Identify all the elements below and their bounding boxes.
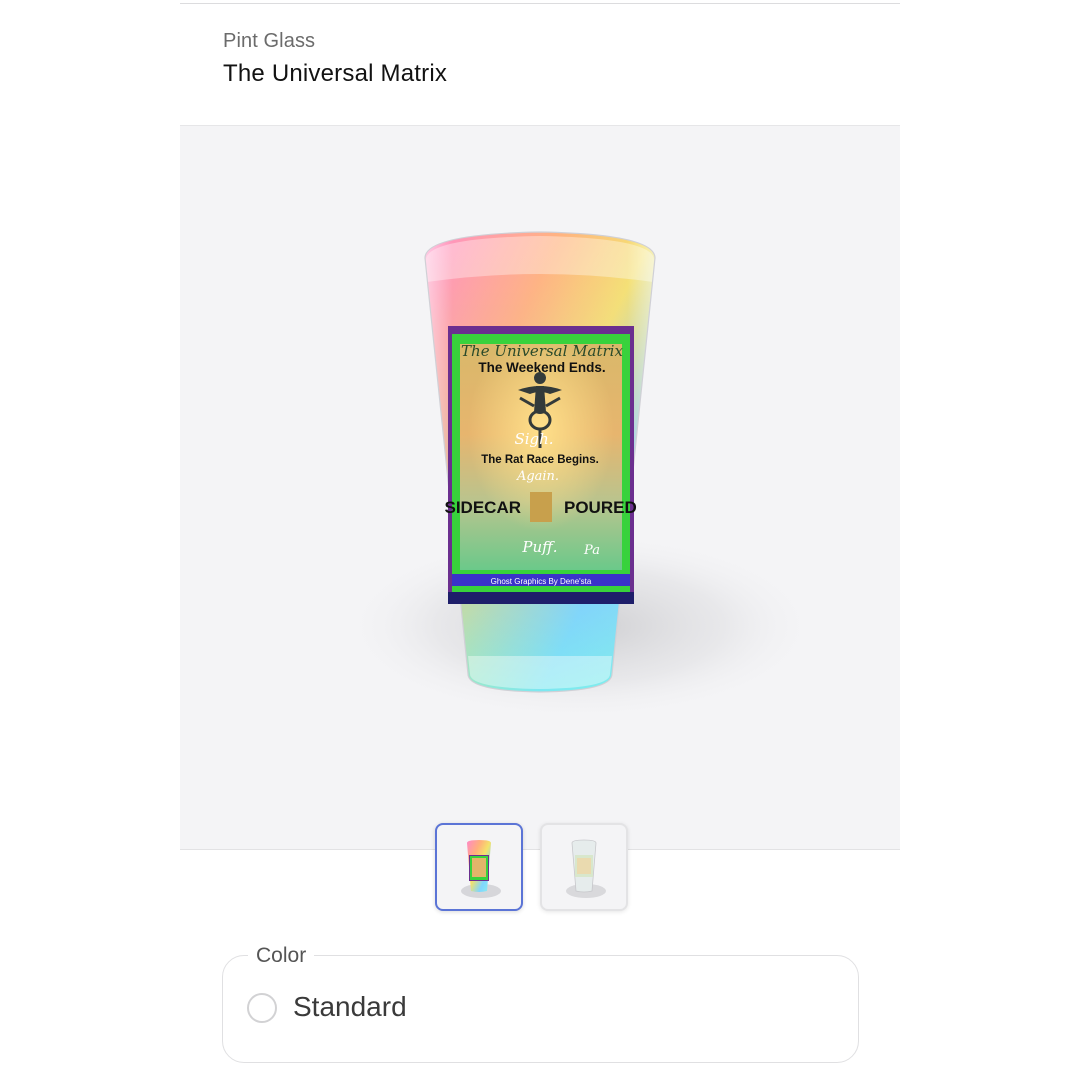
design-line-sidecar: SIDECAR [444, 498, 521, 517]
design-line-weekend: The Weekend Ends. [478, 360, 605, 375]
thumbnail-front[interactable] [435, 823, 523, 911]
thumbnail-alternate-image [566, 839, 606, 898]
product-title: The Universal Matrix [223, 60, 448, 87]
thumbnail-alternate[interactable] [540, 823, 628, 911]
product-image-stage[interactable]: The Universal Matrix The Weekend Ends. S… [180, 125, 900, 850]
design-line-poured: POURED [564, 498, 637, 517]
design-line-sigh: Sigh. [514, 430, 553, 448]
design-script-title: The Universal Matrix [461, 342, 623, 360]
top-divider [180, 3, 900, 4]
color-legend: Color [248, 944, 315, 968]
color-standard-radio[interactable] [247, 993, 277, 1023]
design-line-puff: Puff. [521, 538, 557, 556]
design-line-pa: Pa [583, 543, 600, 558]
thumbnail-front-image [461, 840, 501, 898]
pint-glass-image: The Universal Matrix The Weekend Ends. S… [340, 231, 820, 721]
design-line-ratrace: The Rat Race Begins. [481, 454, 599, 466]
product-category: Pint Glass [223, 30, 316, 52]
design-line-again: Again. [516, 469, 559, 484]
color-standard-label[interactable]: Standard [293, 991, 407, 1023]
design-credit: Ghost Graphics By Dene'sta [491, 577, 592, 586]
